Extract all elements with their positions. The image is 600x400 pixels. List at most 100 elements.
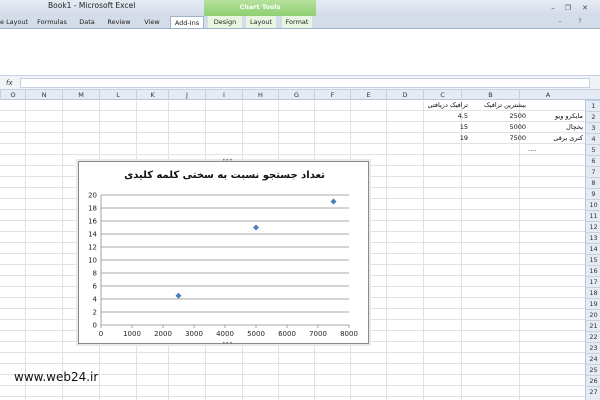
row-header-13[interactable]: 13 — [586, 232, 600, 243]
row-header-11[interactable]: 11 — [586, 210, 600, 221]
row-header-23[interactable]: 23 — [586, 342, 600, 353]
column-gridline — [62, 100, 63, 400]
chart-object[interactable]: تعداد جستجو نسبت به سختی کلمه کلیدی 0246… — [78, 158, 369, 347]
column-header-n[interactable]: N — [25, 90, 62, 100]
row-header-2[interactable]: 2 — [586, 111, 600, 122]
cell-b1[interactable]: بیشترین ترافیک — [470, 100, 528, 111]
column-gridline — [461, 100, 462, 400]
minimize-icon[interactable]: – — [548, 3, 558, 13]
title-bar: Book1 - Microsoft Excel Chart Tools – ❐ … — [0, 0, 600, 16]
column-header-d[interactable]: D — [386, 90, 423, 100]
x-tick-label: 3000 — [185, 330, 203, 338]
column-gridline — [423, 100, 424, 400]
ribbon-tabs: e Layout Formulas Data Review View Add-Ins Des… — [0, 16, 600, 28]
column-gridline — [386, 100, 387, 400]
column-header-o[interactable]: O — [0, 90, 25, 100]
cell-a4[interactable]: کتری برقی — [528, 133, 585, 144]
column-header-h[interactable]: H — [242, 90, 278, 100]
tab-format[interactable]: Format — [282, 16, 312, 28]
y-tick-label: 6 — [93, 283, 98, 291]
cell-c1[interactable]: ترافیک دریافتی — [415, 100, 470, 111]
row-header-27[interactable]: 27 — [586, 386, 600, 397]
column-header-j[interactable]: J — [168, 90, 205, 100]
cell-c3[interactable]: 15 — [415, 122, 470, 133]
row-header-8[interactable]: 8 — [586, 177, 600, 188]
row-header-21[interactable]: 21 — [586, 320, 600, 331]
scatter-plot: 0 2 4 6 8 10 12 14 16 18 20 0 1000 2000 3000 4000 5000 60… — [88, 192, 358, 339]
row-header-1[interactable]: 1 — [586, 100, 600, 111]
row-header-16[interactable]: 16 — [586, 265, 600, 276]
row-header-4[interactable]: 4 — [586, 133, 600, 144]
row-header-19[interactable]: 19 — [586, 298, 600, 309]
row-header-15[interactable]: 15 — [586, 254, 600, 265]
row-header-17[interactable]: 17 — [586, 276, 600, 287]
column-header-b[interactable]: B — [461, 90, 519, 100]
column-header-l[interactable]: L — [99, 90, 136, 100]
column-header-g[interactable]: G — [278, 90, 314, 100]
y-tick-label: 4 — [93, 296, 98, 304]
tab-view[interactable]: View — [140, 16, 164, 28]
row-header-26[interactable]: 26 — [586, 375, 600, 386]
cell-b3[interactable]: 5000 — [470, 122, 528, 133]
window-title: Book1 - Microsoft Excel — [48, 1, 136, 10]
formula-input[interactable] — [20, 78, 590, 88]
tab-data[interactable]: Data — [76, 16, 98, 28]
resize-handle-top-icon[interactable]: ••• — [222, 158, 233, 164]
y-tick-label: 2 — [93, 309, 97, 317]
close-icon[interactable]: ✕ — [580, 3, 590, 13]
row-header-5[interactable]: 5 — [586, 144, 600, 155]
data-point[interactable] — [330, 198, 337, 205]
column-header-k[interactable]: K — [136, 90, 168, 100]
row-header-20[interactable]: 20 — [586, 309, 600, 320]
tab-formulas[interactable]: Formulas — [33, 16, 71, 28]
row-header-3[interactable]: 3 — [586, 122, 600, 133]
y-tick-label: 10 — [88, 257, 97, 265]
row-header-10[interactable]: 10 — [586, 199, 600, 210]
restore-icon[interactable]: ❐ — [563, 3, 573, 13]
column-header-e[interactable]: E — [350, 90, 386, 100]
row-header-9[interactable]: 9 — [586, 188, 600, 199]
column-header-c[interactable]: C — [423, 90, 461, 100]
tab-layout[interactable]: Layout — [246, 16, 276, 28]
tab-design[interactable]: Design — [208, 16, 242, 28]
cell-b5[interactable]: .... — [528, 144, 548, 155]
x-tick-label: 8000 — [340, 330, 358, 338]
chart-tools-label: Chart Tools — [239, 3, 281, 11]
minimize-ribbon-icon[interactable]: – — [556, 18, 564, 26]
column-gridline — [25, 100, 26, 400]
row-header-14[interactable]: 14 — [586, 243, 600, 254]
resize-handle-bottom-icon[interactable]: ••• — [222, 341, 233, 347]
formula-bar: fx — [0, 76, 600, 90]
column-header-m[interactable]: M — [62, 90, 99, 100]
column-headers: ONMLKJIHGFEDCBA — [0, 90, 600, 100]
row-header-6[interactable]: 6 — [586, 155, 600, 166]
insert-function-button[interactable]: fx — [6, 78, 16, 88]
row-header-24[interactable]: 24 — [586, 353, 600, 364]
column-header-f[interactable]: F — [314, 90, 350, 100]
row-header-18[interactable]: 18 — [586, 287, 600, 298]
row-header-22[interactable]: 22 — [586, 331, 600, 342]
cell-c4[interactable]: 19 — [415, 133, 470, 144]
x-tick-label: 6000 — [278, 330, 296, 338]
column-header-a[interactable]: A — [519, 90, 576, 100]
column-gridline — [519, 100, 520, 400]
tab-review[interactable]: Review — [104, 16, 134, 28]
cell-b2[interactable]: 2500 — [470, 111, 528, 122]
row-header-7[interactable]: 7 — [586, 166, 600, 177]
tab-add-ins[interactable]: Add-Ins — [170, 16, 204, 28]
tab-e-layout[interactable]: e Layout — [0, 16, 28, 28]
row-header-12[interactable]: 12 — [586, 221, 600, 232]
data-point[interactable] — [253, 224, 259, 231]
x-tick-label: 0 — [99, 330, 103, 338]
cell-b4[interactable]: 7500 — [470, 133, 528, 144]
column-header-i[interactable]: I — [205, 90, 242, 100]
data-point[interactable] — [175, 292, 182, 299]
row-header-25[interactable]: 25 — [586, 364, 600, 375]
help-icon[interactable]: ? — [576, 18, 584, 26]
x-tick-label: 1000 — [123, 330, 141, 338]
y-tick-label: 18 — [88, 205, 97, 213]
ribbon-body — [0, 28, 600, 76]
cell-c2[interactable]: 4.5 — [415, 111, 470, 122]
cell-a2[interactable]: مایکرو ویو — [528, 111, 585, 122]
cell-a3[interactable]: یخچال — [528, 122, 585, 133]
